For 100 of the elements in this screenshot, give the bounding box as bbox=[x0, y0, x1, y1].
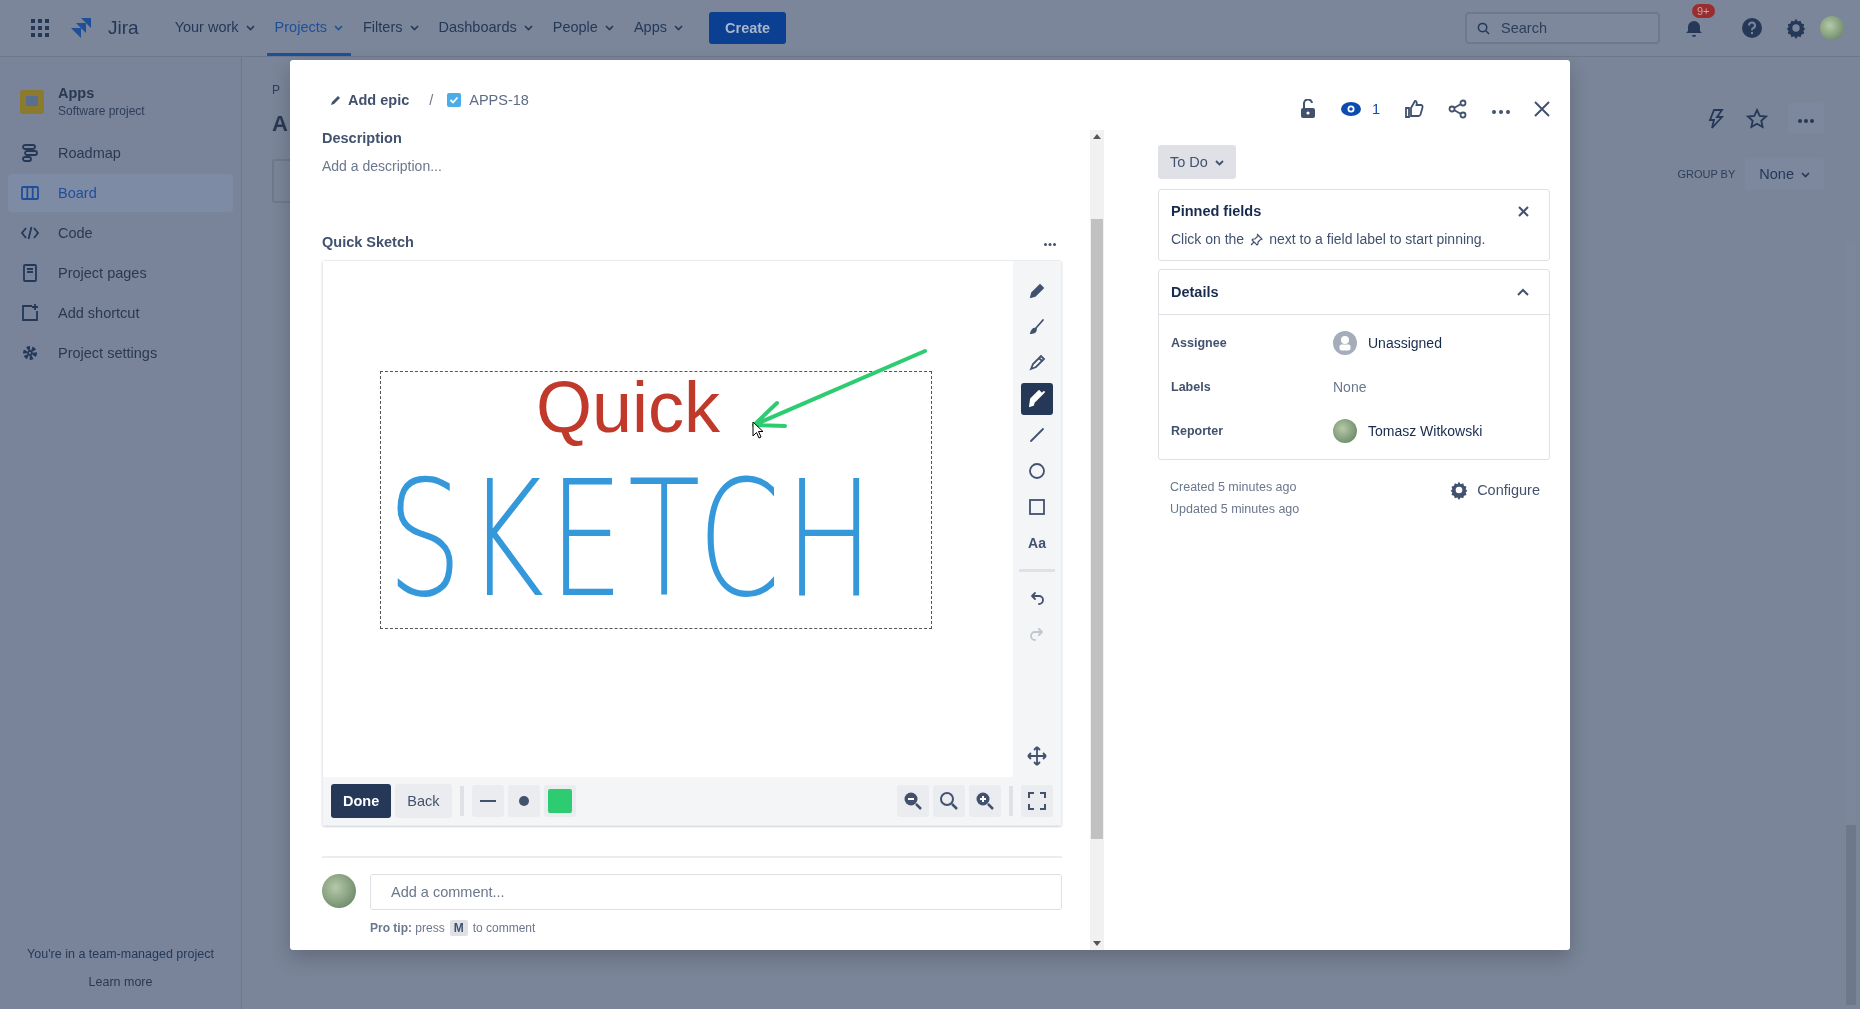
sidebar-item[interactable]: Project pages bbox=[8, 254, 233, 292]
pencil-icon bbox=[1028, 282, 1046, 300]
search-icon bbox=[1477, 22, 1490, 35]
user-avatar bbox=[322, 874, 356, 908]
share-icon[interactable] bbox=[1448, 99, 1468, 119]
nav-menu[interactable]: People bbox=[544, 0, 622, 56]
scroll-up-icon[interactable] bbox=[1093, 134, 1101, 139]
app-switcher-icon[interactable] bbox=[31, 19, 49, 37]
user-avatar bbox=[1333, 419, 1357, 443]
fullscreen-button[interactable] bbox=[1021, 785, 1053, 817]
project-name: Apps bbox=[58, 85, 96, 101]
sketch-tool[interactable]: Aa bbox=[1021, 527, 1053, 559]
sidebar-item[interactable]: Add shortcut bbox=[8, 294, 233, 332]
group-by-dropdown[interactable]: None bbox=[1745, 158, 1824, 190]
undo-icon bbox=[1028, 589, 1046, 607]
nav-menu[interactable]: Projects bbox=[266, 0, 351, 56]
nav-menu[interactable]: Your work bbox=[166, 0, 263, 56]
description-label: Description bbox=[322, 130, 403, 146]
pin-icon bbox=[1250, 232, 1264, 246]
close-icon[interactable] bbox=[1518, 205, 1529, 217]
description-placeholder[interactable]: Add a description... bbox=[322, 158, 1062, 174]
line-icon bbox=[479, 799, 496, 803]
configure-button[interactable]: Configure bbox=[1449, 480, 1540, 500]
sidebar-item-icon bbox=[20, 303, 40, 323]
zoom-in-button[interactable] bbox=[969, 785, 1001, 817]
sidebar-item[interactable]: Project settings bbox=[8, 334, 233, 372]
board-heading: A bbox=[272, 111, 289, 137]
field-label: Assignee bbox=[1171, 336, 1228, 350]
sidebar-item[interactable]: Code bbox=[8, 214, 233, 252]
pro-tip-text: to comment bbox=[472, 921, 536, 935]
scroll-down-icon[interactable] bbox=[1093, 941, 1101, 946]
notification-icon[interactable] bbox=[1684, 18, 1704, 38]
more-icon bbox=[1044, 243, 1056, 246]
chevron-down-icon bbox=[604, 24, 614, 31]
pen-icon bbox=[1028, 354, 1046, 372]
pro-tip-text: Pro tip: press bbox=[370, 921, 445, 935]
sidebar-item-icon bbox=[20, 263, 40, 283]
zoom-out-icon bbox=[903, 791, 923, 811]
comment-field[interactable]: Add a comment... bbox=[370, 874, 1062, 910]
star-icon[interactable] bbox=[1746, 107, 1768, 130]
search-field[interactable]: Search bbox=[1465, 12, 1660, 44]
sidebar-item[interactable]: Roadmap bbox=[8, 134, 233, 172]
pinned-hint: Click on the bbox=[1171, 231, 1245, 247]
learn-more-link[interactable]: Learn more bbox=[8, 975, 233, 989]
chevron-down-icon bbox=[409, 24, 419, 31]
sketch-title: Quick Sketch bbox=[322, 234, 414, 250]
notification-badge: 9+ bbox=[1692, 4, 1715, 18]
logo-text[interactable]: Jira bbox=[108, 17, 139, 39]
created-text: Created 5 minutes ago bbox=[1170, 480, 1298, 494]
chevron-down-icon bbox=[674, 24, 683, 31]
chevron-down-icon bbox=[334, 24, 343, 31]
field-label: Reporter bbox=[1171, 424, 1225, 438]
redo-icon bbox=[1028, 625, 1046, 643]
back-button[interactable]: Back bbox=[395, 784, 452, 818]
pencil-icon bbox=[330, 94, 342, 106]
nav-menu[interactable]: Dashboards bbox=[430, 0, 541, 56]
marker-icon bbox=[1028, 390, 1046, 408]
circle-icon bbox=[1028, 462, 1046, 480]
nav-menu[interactable]: Apps bbox=[625, 0, 691, 56]
status-dropdown[interactable]: To Do bbox=[1158, 145, 1236, 179]
sketch-tool[interactable] bbox=[1021, 383, 1053, 415]
help-icon[interactable] bbox=[1741, 17, 1763, 39]
zoom-reset-button[interactable] bbox=[933, 785, 965, 817]
close-icon[interactable] bbox=[1534, 101, 1550, 117]
task-icon bbox=[447, 93, 462, 107]
issue-key-link[interactable]: APPS-18 bbox=[469, 92, 529, 108]
sidebar-item[interactable]: Board bbox=[8, 174, 233, 212]
create-button[interactable]: Create bbox=[709, 12, 787, 44]
nav-menu[interactable]: Filters bbox=[355, 0, 427, 56]
line-icon bbox=[1028, 426, 1046, 444]
more-icon bbox=[1492, 109, 1510, 114]
square-icon bbox=[1028, 498, 1046, 516]
card-title: Details bbox=[1171, 284, 1219, 300]
zoom-out-button[interactable] bbox=[897, 785, 929, 817]
move-icon[interactable] bbox=[1026, 745, 1048, 767]
logo-icon bbox=[71, 18, 91, 38]
lock-icon[interactable] bbox=[1299, 99, 1316, 119]
field-value[interactable]: None bbox=[1333, 379, 1367, 395]
thumbs-up-icon[interactable] bbox=[1404, 99, 1424, 119]
lightning-icon[interactable] bbox=[1706, 107, 1726, 130]
brush-icon bbox=[1028, 318, 1046, 336]
dialog-scrollbar[interactable] bbox=[1090, 130, 1104, 950]
breadcrumb-separator: / bbox=[429, 92, 434, 108]
chevron-icon[interactable] bbox=[1517, 288, 1529, 296]
chevron-down-icon bbox=[523, 24, 533, 31]
search-icon bbox=[939, 791, 959, 811]
add-epic-button[interactable]: Add epic bbox=[326, 88, 416, 112]
sketch-canvas[interactable]: Quick SKETCH bbox=[323, 261, 1013, 777]
field-value[interactable]: Unassigned bbox=[1368, 335, 1442, 351]
field-label: Labels bbox=[1171, 380, 1212, 394]
done-button[interactable]: Done bbox=[331, 784, 392, 818]
more-icon bbox=[1798, 119, 1814, 123]
field-value[interactable]: Tomasz Witkowski bbox=[1368, 423, 1483, 439]
line-width-button[interactable] bbox=[471, 785, 504, 817]
group-by-label: GROUP BY bbox=[1677, 168, 1736, 180]
footer-note: You're in a team-managed project bbox=[26, 947, 215, 961]
dot-size-button[interactable] bbox=[507, 785, 540, 817]
watch-button[interactable]: 1 bbox=[1339, 101, 1380, 117]
settings-icon[interactable] bbox=[1785, 17, 1807, 39]
zoom-in-icon bbox=[975, 791, 995, 811]
